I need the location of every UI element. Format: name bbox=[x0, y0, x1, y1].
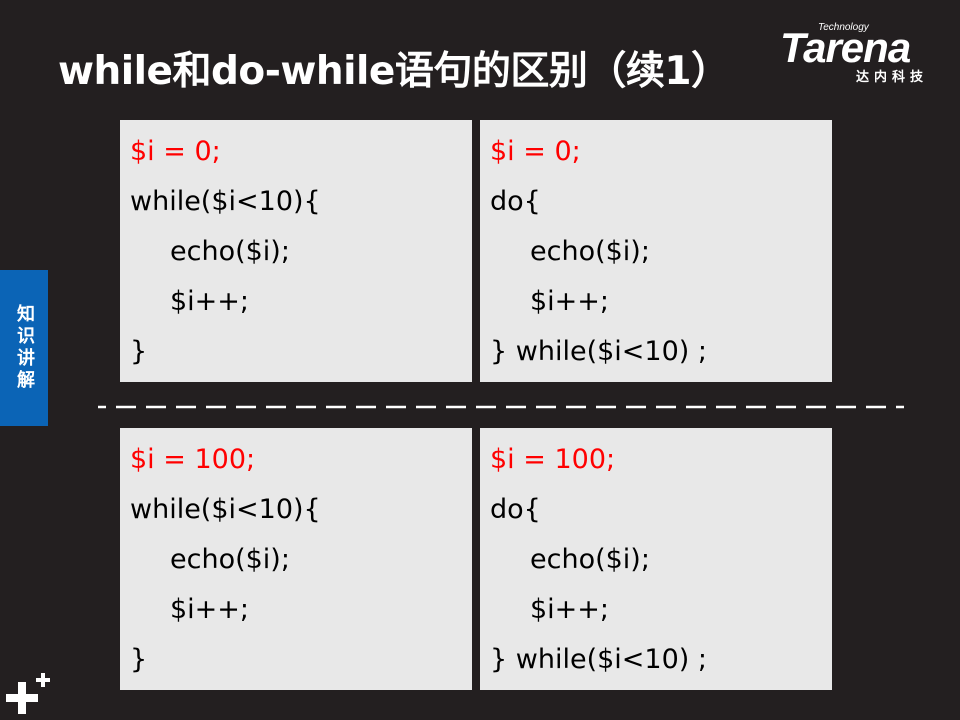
code-line: echo($i); bbox=[530, 544, 650, 575]
code-line: $i = 0; bbox=[130, 136, 221, 167]
code-line: echo($i); bbox=[170, 236, 290, 267]
code-box-while-hundred: $i = 100; while($i<10){ echo($i); $i++; … bbox=[120, 428, 472, 690]
logo-brand-text: Tarena bbox=[780, 24, 911, 71]
code-line: $i = 100; bbox=[130, 444, 256, 475]
code-line: $i++; bbox=[170, 594, 250, 625]
section-tab-label: 知识讲解 bbox=[14, 304, 35, 392]
code-line: $i++; bbox=[170, 286, 250, 317]
code-line: echo($i); bbox=[170, 544, 290, 575]
code-line: } bbox=[130, 644, 148, 675]
code-line: do{ bbox=[490, 494, 541, 525]
code-line: do{ bbox=[490, 186, 541, 217]
code-line: } bbox=[130, 336, 148, 367]
logo-sub-text: 达内科技 bbox=[856, 70, 929, 85]
code-line: $i = 100; bbox=[490, 444, 616, 475]
code-box-dowhile-hundred: $i = 100; do{ echo($i); $i++; } while($i… bbox=[480, 428, 832, 690]
code-line: while($i<10){ bbox=[130, 186, 321, 217]
code-line: $i = 0; bbox=[490, 136, 581, 167]
code-line: } while($i<10) ; bbox=[490, 644, 707, 675]
code-line: $i++; bbox=[530, 594, 610, 625]
code-line: echo($i); bbox=[530, 236, 650, 267]
code-line: $i++; bbox=[530, 286, 610, 317]
dashed-divider bbox=[98, 405, 904, 409]
code-box-while-zero: $i = 0; while($i<10){ echo($i); $i++; } bbox=[120, 120, 472, 382]
code-line: while($i<10){ bbox=[130, 494, 321, 525]
slide-title: while和do-while语句的区别（续1） bbox=[58, 49, 730, 94]
code-box-dowhile-zero: $i = 0; do{ echo($i); $i++; } while($i<1… bbox=[480, 120, 832, 382]
plus-plus-icon bbox=[6, 673, 50, 714]
code-line: } while($i<10) ; bbox=[490, 336, 707, 367]
section-tab[interactable]: 知识讲解 bbox=[0, 270, 48, 426]
tarena-logo: Technology Tarena 达内科技 bbox=[780, 22, 948, 86]
